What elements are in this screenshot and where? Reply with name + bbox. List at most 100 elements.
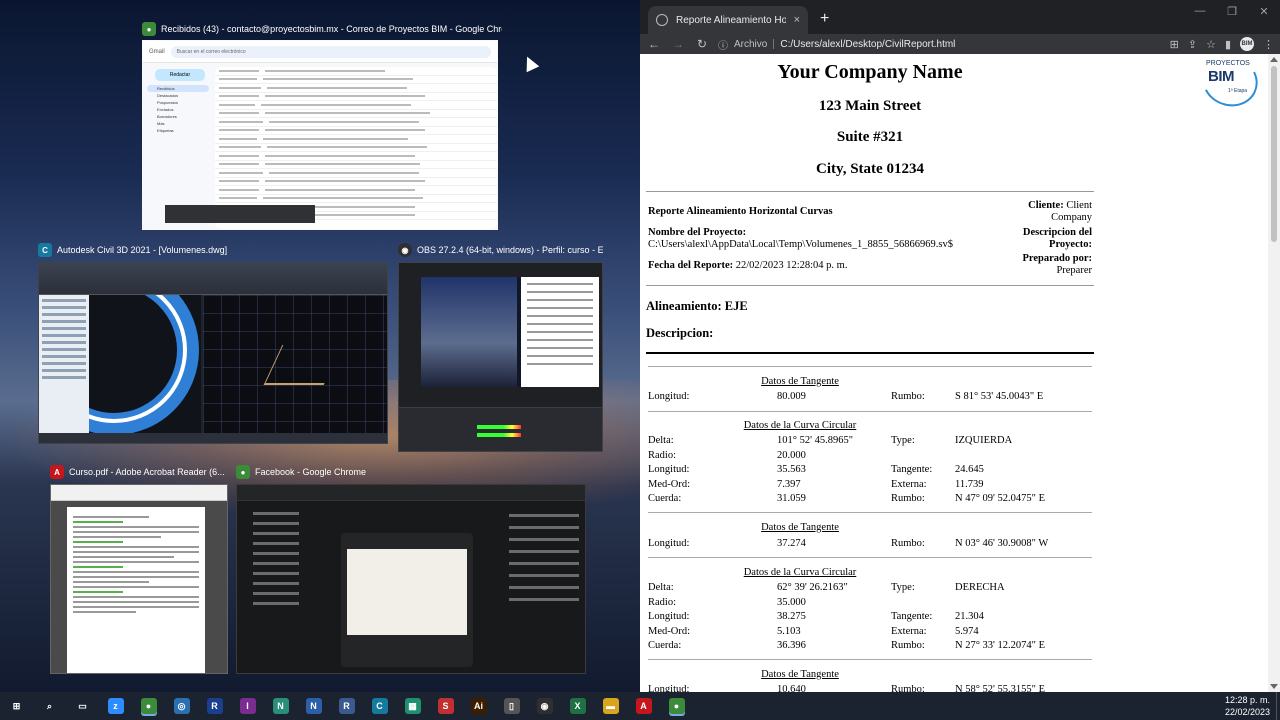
list-item bbox=[215, 101, 497, 110]
revit-2-icon[interactable]: R bbox=[330, 692, 363, 720]
tab-report[interactable]: Reporte Alineamiento Horizontal × bbox=[648, 6, 808, 34]
acrobat-icon-glyph: A bbox=[635, 698, 652, 714]
task-view-thumb-acrobat[interactable] bbox=[50, 484, 228, 674]
task-view-thumb-gmail[interactable]: Gmail Buscar en el correo electrónico Re… bbox=[142, 40, 498, 230]
divider bbox=[648, 557, 1092, 558]
tangent2-longitud: 37.274 bbox=[777, 538, 806, 549]
storm-icon[interactable]: S bbox=[429, 692, 462, 720]
acrobat-icon[interactable]: A bbox=[627, 692, 660, 720]
scroll-down-arrow-icon[interactable] bbox=[1270, 684, 1278, 689]
taskbar-apps: ⊞ ⌕ ▭ z ● ◎ R I N N R C ▦ S Ai ▯ ◉ X ▬ A ● bbox=[0, 692, 693, 720]
navisworks-manage-icon[interactable]: N bbox=[264, 692, 297, 720]
description-label: Descripcion: bbox=[646, 326, 714, 340]
illustrator-icon[interactable]: Ai bbox=[462, 692, 495, 720]
map-icon[interactable]: ▦ bbox=[396, 692, 429, 720]
forward-button[interactable]: → bbox=[670, 37, 686, 51]
windows-start-icon[interactable]: ⊞ bbox=[0, 692, 33, 720]
infraworks-icon-glyph: I bbox=[239, 698, 256, 714]
chrome-2-icon[interactable]: ● bbox=[660, 692, 693, 720]
obs-audio-meter bbox=[477, 433, 521, 437]
med-ord-label: Med-Ord: bbox=[648, 479, 690, 490]
address-bar[interactable]: ⓘ Archivo C:/Users/alexl/Desktop/CivilRe… bbox=[718, 35, 1162, 53]
med-ord-label: Med-Ord: bbox=[648, 626, 690, 637]
type-label: Type: bbox=[891, 582, 915, 593]
revit-icon[interactable]: R bbox=[198, 692, 231, 720]
restore-button[interactable]: ❐ bbox=[1216, 0, 1248, 22]
folder-icon[interactable]: ▬ bbox=[594, 692, 627, 720]
zoom-icon[interactable]: z bbox=[99, 692, 132, 720]
tangent-data-header: Datos de Tangente bbox=[761, 522, 839, 533]
excel-icon[interactable]: X bbox=[561, 692, 594, 720]
civil3d-section-view bbox=[203, 295, 387, 433]
type-label: Type: bbox=[891, 435, 915, 446]
new-tab-button[interactable]: + bbox=[820, 10, 829, 28]
chrome-icon[interactable]: ● bbox=[132, 692, 165, 720]
obs-icon[interactable]: ◉ bbox=[528, 692, 561, 720]
scrollbar-thumb[interactable] bbox=[1271, 66, 1277, 242]
search-icon[interactable]: ⌕ bbox=[33, 692, 66, 720]
infraworks-icon[interactable]: I bbox=[231, 692, 264, 720]
task-view-title-obs[interactable]: ◉ OBS 27.2.4 (64-bit, windows) - Perfil:… bbox=[398, 243, 603, 257]
system-clock[interactable]: 12:28 p. m. 22/02/2023 bbox=[1225, 694, 1270, 718]
civil3d-plan-view bbox=[89, 295, 201, 433]
url-text[interactable]: C:/Users/alexl/Desktop/CivilReport.html bbox=[780, 39, 955, 50]
task-view-thumb-obs[interactable] bbox=[398, 262, 603, 452]
list-item bbox=[215, 186, 497, 195]
file-icon[interactable]: ▯ bbox=[495, 692, 528, 720]
reload-button[interactable]: ↻ bbox=[694, 37, 710, 51]
gmail-nav-item: Recibidos bbox=[147, 85, 209, 92]
task-view-title-facebook[interactable]: ● Facebook - Google Chrome bbox=[236, 465, 586, 479]
close-window-button[interactable]: ✕ bbox=[1248, 0, 1280, 22]
show-desktop-button[interactable] bbox=[1276, 692, 1280, 720]
facebook-right-column bbox=[507, 505, 581, 673]
window-title: OBS 27.2.4 (64-bit, windows) - Perfil: c… bbox=[417, 245, 603, 255]
obs-docks bbox=[399, 407, 602, 451]
share-icon[interactable]: ⇪ bbox=[1188, 38, 1197, 51]
navisworks-icon[interactable]: N bbox=[297, 692, 330, 720]
task-view-thumb-civil3d[interactable] bbox=[38, 262, 388, 444]
window-title: Recibidos (43) - contacto@proyectosbim.m… bbox=[161, 24, 502, 34]
bookmark-star-icon[interactable]: ☆ bbox=[1206, 38, 1216, 51]
window-controls: — ❐ ✕ bbox=[1184, 0, 1280, 22]
client-field: Cliente: Client bbox=[1028, 200, 1092, 211]
magnifier-app-icon[interactable]: ◎ bbox=[165, 692, 198, 720]
task-view-title-civil3d[interactable]: C Autodesk Civil 3D 2021 - [Volumenes.dw… bbox=[38, 243, 388, 257]
navisworks-manage-icon-glyph: N bbox=[272, 698, 289, 714]
task-view-thumb-facebook[interactable] bbox=[236, 484, 586, 674]
report-page: PROYECTOS BIM 1ª Etapa Your Company Name… bbox=[640, 54, 1268, 692]
folder-icon-glyph: ▬ bbox=[602, 698, 619, 714]
civil3d-icon[interactable]: C bbox=[363, 692, 396, 720]
tangent2-rumbo: N 03° 46' 30.9008" W bbox=[955, 538, 1049, 549]
minimize-button[interactable]: — bbox=[1184, 0, 1216, 22]
side-panel-icon[interactable]: ▮ bbox=[1225, 38, 1231, 51]
delta-label: Delta: bbox=[648, 582, 674, 593]
report-title: Reporte Alineamiento Horizontal Curvas bbox=[648, 206, 833, 217]
close-icon[interactable]: × bbox=[794, 14, 800, 26]
externa-label: Externa: bbox=[891, 479, 927, 490]
search-icon-glyph: ⌕ bbox=[41, 698, 58, 714]
scroll-up-arrow-icon[interactable] bbox=[1270, 57, 1278, 62]
civil3d-ribbon bbox=[39, 263, 387, 295]
longitud-label: Longitud: bbox=[648, 464, 690, 475]
back-button[interactable]: ← bbox=[646, 37, 662, 51]
tangent-data-header: Datos de Tangente bbox=[761, 376, 839, 387]
curve2-med-ord: 5.103 bbox=[777, 626, 801, 637]
curve1-med-ord: 7.397 bbox=[777, 479, 801, 490]
globe-icon bbox=[656, 14, 668, 26]
divider-thick bbox=[646, 352, 1094, 354]
info-icon[interactable]: ⓘ bbox=[718, 37, 728, 52]
rumbo-label: Rumbo: bbox=[891, 640, 925, 651]
task-view-icon[interactable]: ▭ bbox=[66, 692, 99, 720]
acrobat-icon: A bbox=[50, 465, 64, 479]
list-item bbox=[215, 161, 497, 169]
divider bbox=[648, 366, 1092, 367]
task-view-title-gmail[interactable]: ● Recibidos (43) - contacto@proyectosbim… bbox=[142, 22, 502, 36]
tangent-data-header: Datos de Tangente bbox=[761, 669, 839, 680]
gmail-nav-item: Borradores bbox=[157, 114, 177, 119]
menu-icon[interactable]: ⋮ bbox=[1263, 38, 1274, 51]
profile-avatar[interactable]: BIM bbox=[1240, 37, 1254, 51]
longitud-label: Longitud: bbox=[648, 538, 690, 549]
translate-icon[interactable]: ⊞ bbox=[1170, 38, 1179, 51]
task-view-title-acrobat[interactable]: A Curso.pdf - Adobe Acrobat Reader (6... bbox=[50, 465, 228, 479]
vertical-scrollbar[interactable] bbox=[1268, 54, 1280, 692]
